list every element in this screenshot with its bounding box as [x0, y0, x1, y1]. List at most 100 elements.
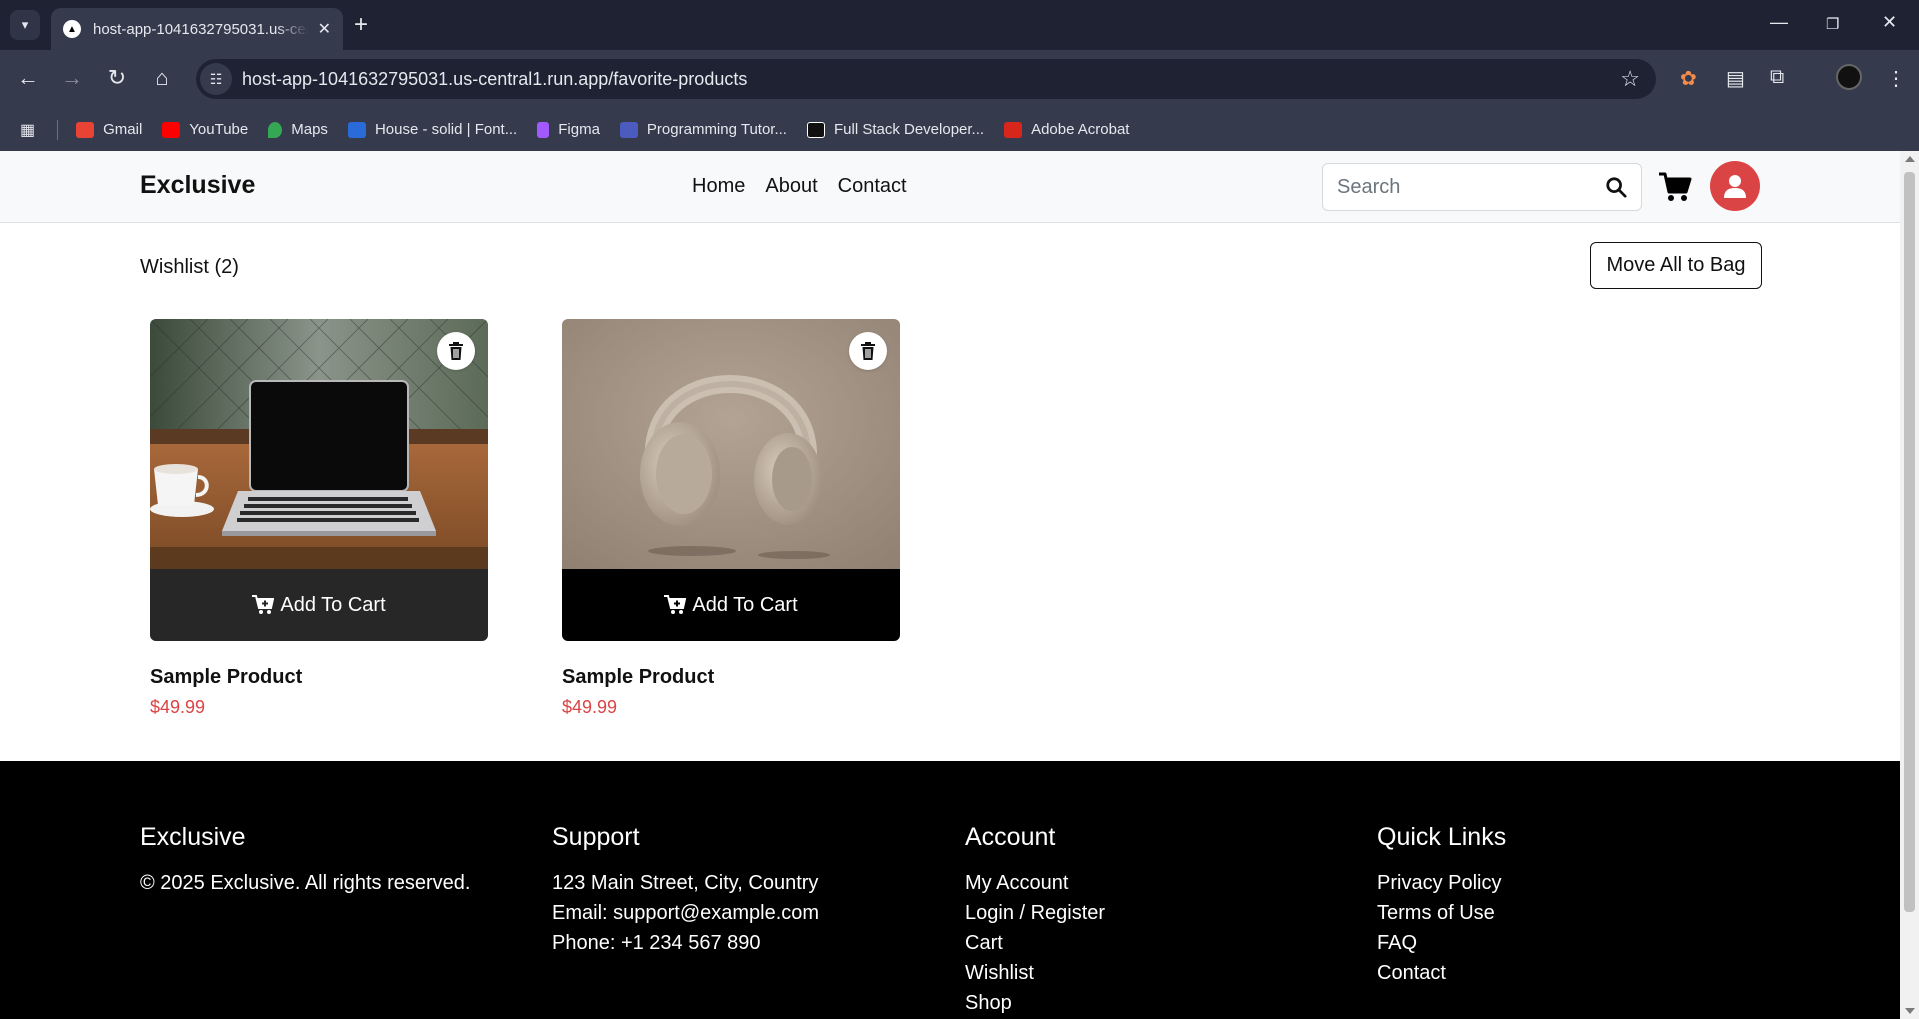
- bookmark-label: YouTube: [189, 121, 249, 138]
- nav-contact[interactable]: Contact: [838, 175, 907, 198]
- footer-heading: Quick Links: [1377, 823, 1507, 851]
- acrobat-icon: [1004, 121, 1023, 138]
- footer-address: 123 Main Street, City, Country: [552, 872, 819, 894]
- footer-link-wishlist[interactable]: Wishlist: [965, 958, 1105, 988]
- fullstack-icon: [806, 121, 825, 138]
- reload-icon[interactable]: ↻: [103, 65, 131, 91]
- footer-col-support: Support 123 Main Street, City, Country E…: [552, 823, 819, 958]
- footer-heading: Support: [552, 823, 640, 851]
- footer-heading: Exclusive: [140, 823, 246, 851]
- home-icon[interactable]: ⌂: [148, 65, 176, 91]
- maps-icon: [268, 121, 283, 138]
- cart-icon[interactable]: [1658, 171, 1692, 203]
- product-media: Add To Cart: [150, 319, 488, 641]
- bookmark-youtube[interactable]: YouTube: [162, 121, 248, 138]
- nav-home[interactable]: Home: [692, 175, 745, 198]
- footer-link-contact[interactable]: Contact: [1377, 958, 1506, 988]
- new-tab-icon[interactable]: +: [354, 12, 368, 38]
- reader-icon[interactable]: ▤: [1726, 66, 1745, 91]
- tab-title: host-app-1041632795031.us-central1.run.a…: [93, 20, 308, 38]
- footer-link-privacy[interactable]: Privacy Policy: [1377, 868, 1506, 898]
- cart-plus-icon: [252, 595, 275, 614]
- product-name[interactable]: Sample Product: [150, 666, 488, 689]
- browser-tab-bar: ▾ ▲ host-app-1041632795031.us-central1.r…: [0, 0, 1919, 50]
- profile-avatar[interactable]: [1836, 64, 1862, 90]
- scroll-up-arrow-icon[interactable]: [1905, 156, 1915, 162]
- minimize-icon[interactable]: —: [1770, 12, 1788, 33]
- footer-link-cart[interactable]: Cart: [965, 928, 1105, 958]
- bookmark-label: Full Stack Developer...: [833, 121, 985, 138]
- page-scrollbar[interactable]: [1900, 151, 1919, 1019]
- youtube-icon: [162, 121, 181, 138]
- site-info-icon[interactable]: ☷: [200, 63, 232, 95]
- forward-icon[interactable]: →: [58, 65, 86, 91]
- product-card: Add To Cart Sample Product $49.99: [562, 319, 900, 718]
- tab-close-icon[interactable]: ✕: [318, 19, 331, 39]
- tab-search-icon[interactable]: ▾: [10, 10, 40, 40]
- remove-from-wishlist-button[interactable]: [437, 332, 475, 370]
- browser-tab[interactable]: ▲ host-app-1041632795031.us-central1.run…: [51, 8, 343, 50]
- cart-plus-icon: [664, 595, 687, 614]
- bookmark-programming[interactable]: Programming Tutor...: [619, 121, 787, 138]
- footer-link-shop[interactable]: Shop: [965, 988, 1105, 1018]
- add-to-cart-button[interactable]: Add To Cart: [562, 569, 900, 641]
- bookmark-fullstack[interactable]: Full Stack Developer...: [806, 121, 985, 138]
- bookmark-acrobat[interactable]: Adobe Acrobat: [1004, 121, 1129, 138]
- tab-favicon-icon: ▲: [63, 20, 81, 38]
- trash-icon: [861, 342, 875, 360]
- window-close-icon[interactable]: ✕: [1882, 12, 1897, 33]
- footer-link-terms[interactable]: Terms of Use: [1377, 898, 1506, 928]
- bookmark-label: Programming Tutor...: [646, 121, 787, 138]
- site-footer: Exclusive © 2025 Exclusive. All rights r…: [0, 761, 1900, 1019]
- footer-phone[interactable]: Phone: +1 234 567 890: [552, 928, 819, 958]
- footer-col-quick-links: Quick Links Privacy Policy Terms of Use …: [1377, 823, 1506, 988]
- cookie-extension-icon[interactable]: ✿: [1680, 66, 1697, 91]
- restore-icon[interactable]: ❐: [1826, 15, 1839, 33]
- back-icon[interactable]: ←: [14, 65, 42, 91]
- footer-heading: Account: [965, 823, 1056, 851]
- bookmark-label: Adobe Acrobat: [1031, 121, 1130, 138]
- product-card: Add To Cart Sample Product $49.99: [150, 319, 488, 718]
- page-content: Exclusive Home About Contact Wishlist: [0, 151, 1900, 1019]
- bookmark-fontawesome[interactable]: House - solid | Font...: [347, 121, 517, 138]
- scroll-thumb[interactable]: [1904, 172, 1915, 912]
- address-url[interactable]: host-app-1041632795031.us-central1.run.a…: [242, 69, 1620, 90]
- address-bar[interactable]: ☷ host-app-1041632795031.us-central1.run…: [196, 59, 1656, 99]
- wishlist-title: Wishlist (2): [140, 256, 239, 278]
- footer-link-faq[interactable]: FAQ: [1377, 928, 1506, 958]
- product-price: $49.99: [150, 697, 206, 717]
- site-logo[interactable]: Exclusive: [140, 171, 255, 200]
- user-account-button[interactable]: [1710, 161, 1760, 211]
- footer-col-brand: Exclusive © 2025 Exclusive. All rights r…: [140, 823, 470, 898]
- site-header: Exclusive Home About Contact: [0, 151, 1900, 223]
- menu-kebab-icon[interactable]: ⋮: [1886, 66, 1906, 91]
- footer-link-login[interactable]: Login / Register: [965, 898, 1105, 928]
- bookmark-figma[interactable]: Figma: [537, 121, 600, 138]
- bookmark-gmail[interactable]: Gmail: [76, 121, 142, 138]
- product-name[interactable]: Sample Product: [562, 666, 900, 689]
- bookmarks-bar: ▦ Gmail YouTube Maps House - solid | Fon…: [0, 108, 1919, 151]
- programming-icon: [619, 121, 638, 138]
- scroll-down-arrow-icon[interactable]: [1905, 1008, 1915, 1014]
- add-to-cart-label: Add To Cart: [280, 593, 386, 616]
- move-all-to-bag-button[interactable]: Move All to Bag: [1590, 242, 1762, 289]
- bookmark-maps[interactable]: Maps: [268, 121, 328, 138]
- bookmark-star-icon[interactable]: ☆: [1620, 66, 1640, 92]
- nav-about[interactable]: About: [765, 175, 817, 198]
- search-icon[interactable]: [1605, 176, 1627, 198]
- add-to-cart-label: Add To Cart: [692, 593, 798, 616]
- figma-icon: [537, 121, 550, 138]
- search-input[interactable]: [1337, 175, 1605, 199]
- user-icon: [1724, 175, 1746, 198]
- footer-email[interactable]: Email: support@example.com: [552, 898, 819, 928]
- apps-grid-icon[interactable]: ▦: [20, 120, 35, 140]
- add-to-cart-button[interactable]: Add To Cart: [150, 569, 488, 641]
- extensions-icon[interactable]: ⧉: [1770, 66, 1784, 89]
- bookmark-label: Gmail: [103, 121, 143, 138]
- product-price: $49.99: [562, 697, 618, 717]
- trash-icon: [449, 342, 463, 360]
- product-media: Add To Cart: [562, 319, 900, 641]
- fontawesome-icon: [347, 121, 366, 138]
- remove-from-wishlist-button[interactable]: [849, 332, 887, 370]
- footer-link-my-account[interactable]: My Account: [965, 868, 1105, 898]
